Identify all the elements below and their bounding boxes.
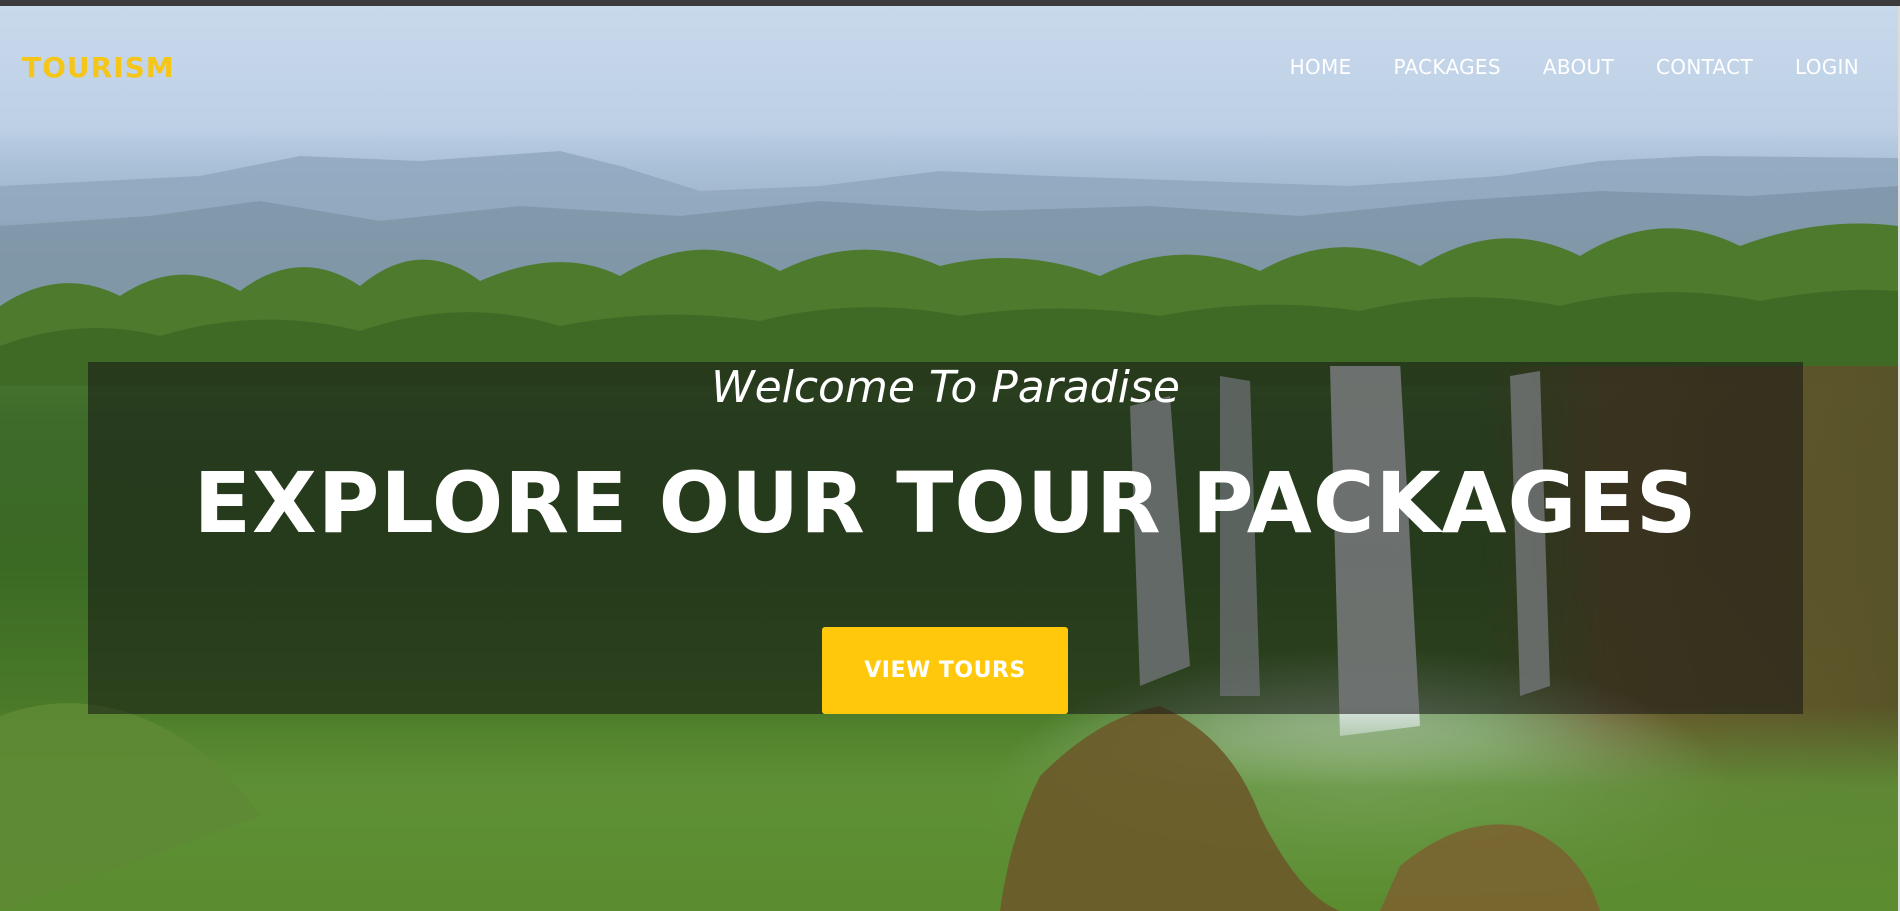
nav-item-home[interactable]: HOME xyxy=(1290,55,1352,79)
nav-item-packages[interactable]: PACKAGES xyxy=(1393,55,1500,79)
view-tours-button[interactable]: VIEW TOURS xyxy=(822,627,1068,714)
foreground-rocks xyxy=(0,703,1600,911)
brand-logo[interactable]: TOURISM xyxy=(22,51,175,84)
tree-line xyxy=(0,223,1898,386)
main-nav: HOME PACKAGES ABOUT CONTACT LOGIN xyxy=(1290,55,1859,79)
hero-title: EXPLORE OUR TOUR PACKAGES xyxy=(193,454,1698,552)
nav-item-about[interactable]: ABOUT xyxy=(1543,55,1614,79)
hero-subtitle: Welcome To Paradise xyxy=(711,362,1180,413)
nav-item-login[interactable]: LOGIN xyxy=(1795,55,1859,79)
nav-item-contact[interactable]: CONTACT xyxy=(1656,55,1753,79)
